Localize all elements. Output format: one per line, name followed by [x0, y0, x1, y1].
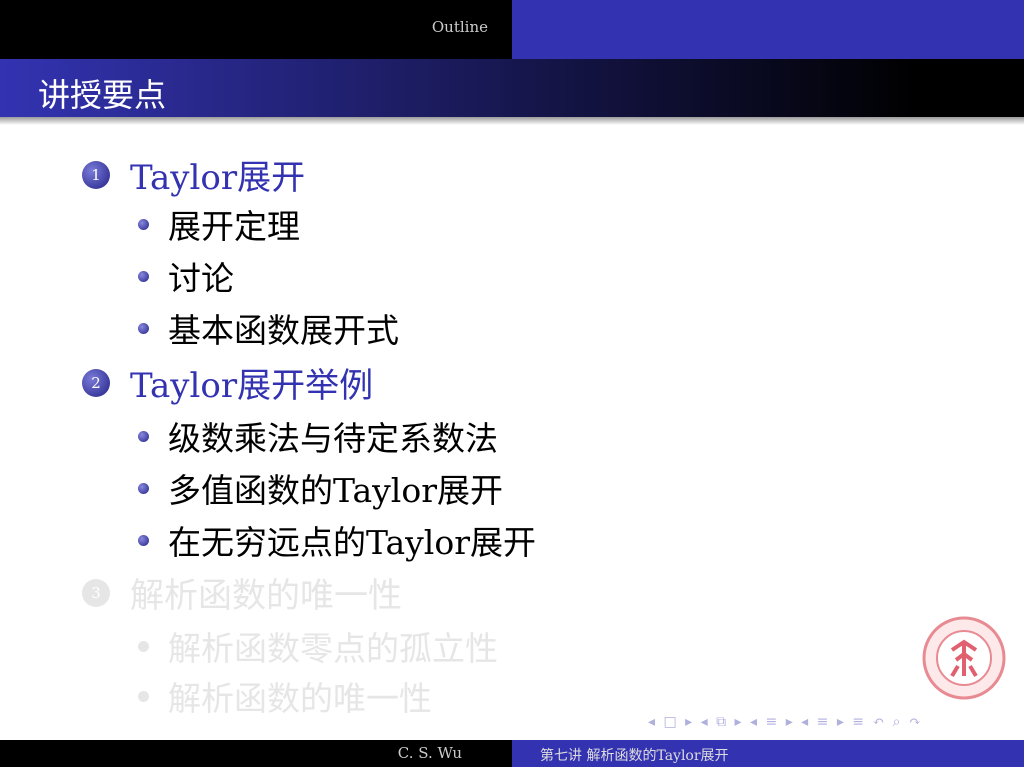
section-nav-outline[interactable]: Outline [432, 18, 488, 36]
list-item[interactable]: 讨论 [138, 252, 234, 300]
footer-author: C. S. Wu [397, 744, 462, 762]
item-text: 讨论 [168, 259, 234, 298]
item-text: 多值函数的Taylor展开 [168, 471, 503, 510]
item-text: 级数乘法与待定系数法 [168, 419, 498, 458]
section-title: Taylor展开 [130, 158, 306, 198]
section-3[interactable]: 3 解析函数的唯一性 [82, 568, 402, 617]
header-right [512, 0, 1024, 59]
bullet-icon [138, 690, 149, 702]
title-shadow [0, 117, 1024, 125]
item-text: 解析函数零点的孤立性 [168, 629, 498, 668]
section-2[interactable]: 2 Taylor展开举例 [82, 358, 373, 407]
section-number-badge: 3 [82, 578, 110, 607]
item-text: 在无穷远点的Taylor展开 [168, 523, 536, 562]
section-title: Taylor展开举例 [130, 366, 374, 406]
footer-author-box: C. S. Wu [0, 740, 512, 767]
list-item[interactable]: 级数乘法与待定系数法 [138, 412, 498, 460]
university-logo [922, 616, 1006, 700]
item-text: 基本函数展开式 [168, 311, 399, 350]
header-left: Outline [0, 0, 512, 59]
item-text: 解析函数的唯一性 [168, 679, 432, 718]
bullet-icon [138, 218, 149, 230]
bullet-icon [138, 534, 149, 546]
bullet-icon [138, 270, 149, 282]
beamer-navigation-symbols[interactable]: ◂ □ ▸ ◂ ⧉ ▸ ◂ ≡ ▸ ◂ ≡ ▸ ≡ ↶ ⌕ ↷ [648, 714, 923, 730]
frame-title: 讲授要点 [38, 76, 167, 114]
footer-title-box: 第七讲 解析函数的Taylor展开 [512, 740, 1024, 767]
section-number-badge: 2 [82, 368, 110, 397]
section-number-badge: 1 [82, 160, 110, 189]
bullet-icon [138, 640, 149, 652]
list-item[interactable]: 多值函数的Taylor展开 [138, 464, 503, 512]
list-item[interactable]: 解析函数的唯一性 [138, 672, 432, 720]
section-title: 解析函数的唯一性 [130, 576, 402, 616]
list-item[interactable]: 基本函数展开式 [138, 304, 399, 352]
bullet-icon [138, 430, 149, 442]
bullet-icon [138, 482, 149, 494]
bullet-icon [138, 322, 149, 334]
footer-title: 第七讲 解析函数的Taylor展开 [540, 748, 729, 764]
list-item[interactable]: 在无穷远点的Taylor展开 [138, 516, 536, 564]
list-item[interactable]: 展开定理 [138, 200, 300, 248]
list-item[interactable]: 解析函数零点的孤立性 [138, 622, 498, 670]
section-1[interactable]: 1 Taylor展开 [82, 150, 305, 199]
item-text: 展开定理 [168, 207, 300, 246]
